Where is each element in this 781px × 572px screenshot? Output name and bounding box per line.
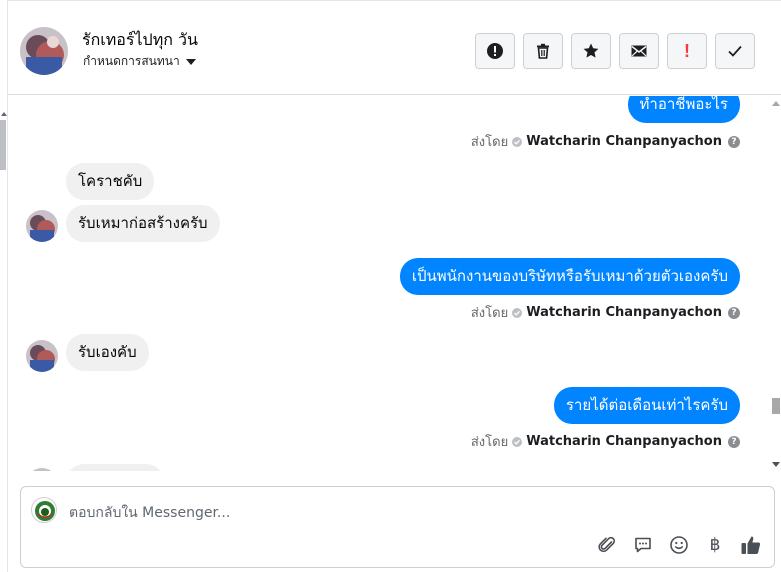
scroll-up-arrow-icon[interactable] bbox=[1, 112, 7, 116]
reply-input[interactable]: ตอบกลับใน Messenger... bbox=[69, 502, 230, 524]
sent-by-line: ส่งโดย Watcharin Chanpanyachon ? bbox=[471, 431, 740, 452]
sender-name[interactable]: Watcharin Chanpanyachon bbox=[526, 434, 722, 449]
left-panel-scroll-thumb[interactable] bbox=[0, 120, 6, 170]
message-bubble-outgoing[interactable]: รายได้ต่อเดือนเท่าไรครับ bbox=[553, 387, 740, 424]
left-panel-edge bbox=[0, 0, 8, 572]
sent-by-prefix: ส่งโดย bbox=[470, 306, 509, 321]
help-icon[interactable]: ? bbox=[728, 306, 740, 319]
sent-by-prefix: ส่งโดย bbox=[470, 135, 509, 150]
thread-scrollbar[interactable] bbox=[770, 96, 781, 471]
message-bubble-incoming[interactable]: โคราชคับ bbox=[66, 163, 155, 200]
star-conversation-button[interactable] bbox=[571, 33, 611, 69]
reply-composer[interactable]: ตอบกลับใน Messenger... ฿ bbox=[20, 486, 775, 568]
report-spam-button[interactable] bbox=[475, 33, 515, 69]
follow-up-button[interactable]: ! bbox=[667, 33, 707, 69]
message-bubble-incoming-partial[interactable] bbox=[66, 464, 164, 471]
exclamation-icon: ! bbox=[684, 40, 690, 61]
contact-avatar[interactable] bbox=[20, 27, 68, 75]
star-icon bbox=[583, 43, 599, 58]
conversation-settings-dropdown[interactable]: กำหนดการสนทนา bbox=[83, 52, 196, 71]
scrollbar-thumb[interactable] bbox=[772, 398, 780, 414]
composer-actions: ฿ bbox=[596, 534, 762, 556]
contact-avatar-small bbox=[26, 210, 58, 242]
conversation-header: รักเทอร์ไปทุก วัน กำหนดการสนทนา ! bbox=[8, 0, 781, 95]
contact-avatar-small bbox=[26, 340, 58, 372]
attachment-icon[interactable] bbox=[596, 534, 618, 556]
alert-circle-icon bbox=[487, 43, 503, 59]
contact-avatar-small bbox=[26, 468, 58, 471]
help-icon[interactable]: ? bbox=[728, 135, 740, 148]
check-icon bbox=[512, 436, 523, 447]
scroll-up-arrow-icon[interactable] bbox=[772, 101, 780, 106]
conversation-settings-label: กำหนดการสนทนา bbox=[83, 54, 180, 68]
help-icon[interactable]: ? bbox=[728, 435, 740, 448]
checkmark-icon bbox=[728, 45, 742, 57]
sent-by-line: ส่งโดย Watcharin Chanpanyachon ? bbox=[471, 302, 740, 323]
header-toolbar: ! bbox=[475, 33, 755, 69]
contact-name[interactable]: รักเทอร์ไปทุก วัน bbox=[82, 28, 198, 53]
mark-unread-button[interactable] bbox=[619, 33, 659, 69]
mark-done-button[interactable] bbox=[715, 33, 755, 69]
emoji-icon[interactable] bbox=[668, 534, 690, 556]
sent-by-line: ส่งโดย Watcharin Chanpanyachon ? bbox=[471, 131, 740, 152]
payment-baht-icon[interactable]: ฿ bbox=[704, 534, 726, 556]
sender-name[interactable]: Watcharin Chanpanyachon bbox=[526, 305, 722, 320]
sender-name[interactable]: Watcharin Chanpanyachon bbox=[526, 134, 722, 149]
scroll-down-arrow-icon[interactable] bbox=[772, 462, 780, 467]
message-bubble-incoming[interactable]: รับเองคับ bbox=[66, 334, 149, 371]
delete-conversation-button[interactable] bbox=[523, 33, 563, 69]
message-bubble-outgoing[interactable]: เป็นพนักงานของบริษัทหรือรับเหมาด้วยตัวเอ… bbox=[399, 258, 740, 295]
sent-by-prefix: ส่งโดย bbox=[470, 435, 509, 450]
envelope-icon bbox=[631, 45, 647, 57]
message-bubble-incoming[interactable]: รับเหมาก่อสร้างครับ bbox=[66, 205, 220, 242]
message-thread[interactable]: ทำอาชีพอะไร ส่งโดย Watcharin Chanpanyach… bbox=[8, 96, 768, 471]
thumbs-up-icon[interactable] bbox=[740, 534, 762, 556]
page-avatar bbox=[31, 497, 57, 523]
check-icon bbox=[512, 307, 523, 318]
check-icon bbox=[512, 136, 523, 147]
chevron-down-icon bbox=[185, 59, 196, 65]
message-bubble-outgoing[interactable]: ทำอาชีพอะไร bbox=[627, 96, 740, 123]
trash-icon bbox=[537, 43, 549, 59]
saved-replies-icon[interactable] bbox=[632, 534, 654, 556]
